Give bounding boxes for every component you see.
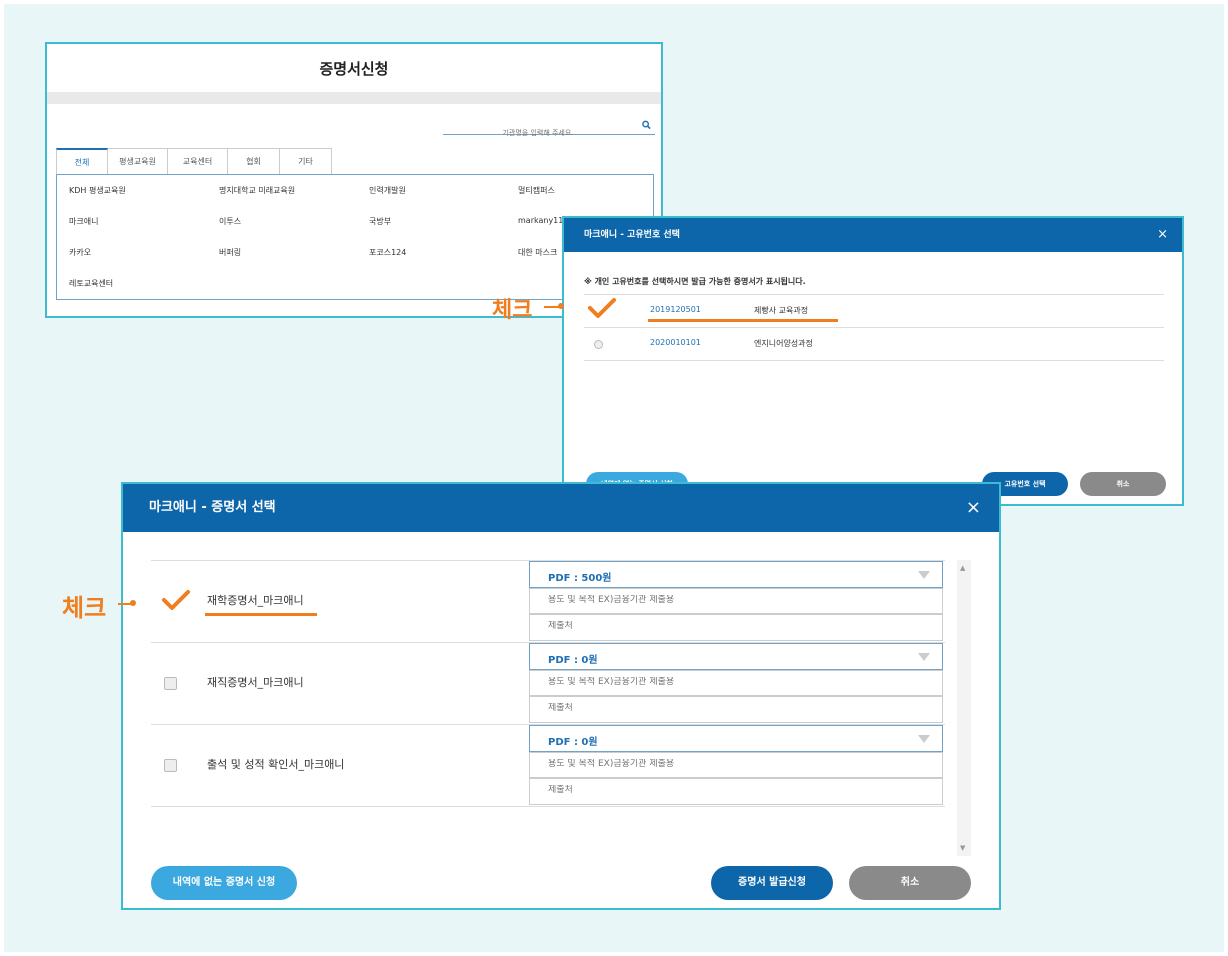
issue-certificate-button[interactable]: 증명서 발급신청 xyxy=(711,866,833,900)
list-item[interactable]: 2019120501 제빵사 교육과정 xyxy=(584,294,1164,327)
purpose-field[interactable] xyxy=(529,588,943,614)
format-select[interactable]: PDF : 500원 xyxy=(529,561,943,588)
destination-input[interactable] xyxy=(548,621,928,631)
destination-field[interactable] xyxy=(529,614,943,641)
certificate-name: 재학증명서_마크애니 xyxy=(207,594,304,607)
tab-education-center[interactable]: 교육센터 xyxy=(168,148,228,174)
purpose-field[interactable] xyxy=(529,752,943,778)
institution-item[interactable]: 멀티캠퍼스 xyxy=(518,185,555,196)
purpose-input[interactable] xyxy=(548,595,928,605)
format-select-value: PDF : 0원 xyxy=(548,737,598,748)
search-icon[interactable] xyxy=(642,120,651,130)
close-icon[interactable]: × xyxy=(1157,218,1168,252)
dialog-header: 마크애니 - 증명서 선택 × xyxy=(123,484,999,532)
callout-dot xyxy=(130,600,136,606)
format-select[interactable]: PDF : 0원 xyxy=(529,643,943,670)
close-icon[interactable]: × xyxy=(966,484,981,532)
scroll-up-icon[interactable]: ▲ xyxy=(960,564,965,572)
certificate-checkbox[interactable] xyxy=(164,759,177,772)
unique-number[interactable]: 2020010101 xyxy=(650,338,701,347)
highlight-underline xyxy=(648,319,838,322)
certificate-name: 재직증명서_마크애니 xyxy=(207,676,304,689)
highlight-underline xyxy=(205,613,317,616)
unique-number[interactable]: 2019120501 xyxy=(650,305,701,314)
purpose-input[interactable] xyxy=(548,677,928,687)
institution-item[interactable]: 대한 마스크 xyxy=(518,247,557,258)
institution-item[interactable]: 버퍼링 xyxy=(219,247,241,258)
course-name: 제빵사 교육과정 xyxy=(754,306,809,315)
chevron-down-icon[interactable] xyxy=(918,735,930,743)
certificate-select-dialog: 마크애니 - 증명서 선택 × 재학증명서_마크애니 PDF : 500원 용도… xyxy=(121,482,1001,910)
dialog-title: 마크애니 - 고유번호 선택 xyxy=(584,230,680,240)
category-tabs: 전체 평생교육원 교육센터 협회 기타 xyxy=(56,148,332,174)
checkmark-icon xyxy=(588,298,616,318)
tab-other[interactable]: 기타 xyxy=(280,148,332,174)
institution-item[interactable]: 마크애니 xyxy=(69,216,98,227)
institution-item[interactable]: 국방부 xyxy=(369,216,391,227)
format-select-value: PDF : 500원 xyxy=(548,573,612,584)
certificate-checkbox[interactable] xyxy=(164,677,177,690)
callout-dot xyxy=(558,303,564,309)
chevron-down-icon[interactable] xyxy=(918,653,930,661)
tab-all[interactable]: 전체 xyxy=(56,148,108,174)
tab-association[interactable]: 협회 xyxy=(228,148,280,174)
divider-bar xyxy=(47,92,661,104)
dialog-title: 마크애니 - 증명서 선택 xyxy=(149,500,276,515)
check-callout-label: 체크 xyxy=(492,298,533,323)
institution-item[interactable]: 카카오 xyxy=(69,247,91,258)
institution-search-input[interactable] xyxy=(443,129,633,137)
tab-lifelong-education[interactable]: 평생교육원 xyxy=(108,148,168,174)
destination-input[interactable] xyxy=(548,785,928,795)
scrollbar[interactable]: ▲ ▼ xyxy=(957,560,971,856)
purpose-field[interactable] xyxy=(529,670,943,696)
format-select-value: PDF : 0원 xyxy=(548,655,598,666)
search-box xyxy=(443,120,655,137)
chevron-down-icon[interactable] xyxy=(918,571,930,579)
cancel-button[interactable]: 취소 xyxy=(1080,472,1166,496)
institution-item[interactable]: 명지대학교 미래교육원 xyxy=(219,185,295,196)
certificate-row: 재직증명서_마크애니 PDF : 0원 xyxy=(151,643,945,725)
format-select[interactable]: PDF : 0원 xyxy=(529,725,943,752)
certificate-list: 재학증명서_마크애니 PDF : 500원 재직증명서_마크애니 PDF xyxy=(151,560,945,807)
institution-item[interactable]: 레토교육센터 xyxy=(69,278,113,289)
list-item[interactable]: 2020010101 엔지니어양성과정 xyxy=(584,327,1164,361)
dialog-header: 마크애니 - 고유번호 선택 × xyxy=(564,218,1182,252)
institution-item[interactable]: KDH 평생교육원 xyxy=(69,185,126,196)
checkmark-icon[interactable] xyxy=(161,589,191,611)
background-canvas: 증명서신청 전체 평생교육원 교육센터 협회 기타 KDH 평생교육원 명지대학… xyxy=(4,4,1224,952)
institution-item[interactable]: 이투스 xyxy=(219,216,241,227)
certificate-name: 출석 및 성적 확인서_마크애니 xyxy=(207,758,345,771)
check-callout-label: 체크 xyxy=(62,594,107,622)
destination-input[interactable] xyxy=(548,703,928,713)
radio-button[interactable] xyxy=(594,340,603,349)
destination-field[interactable] xyxy=(529,696,943,723)
request-unlisted-button[interactable]: 내역에 없는 증명서 신청 xyxy=(151,866,297,900)
unique-number-dialog: 마크애니 - 고유번호 선택 × ※ 개인 고유번호를 선택하시면 발급 가능한… xyxy=(562,216,1184,506)
notice-text: ※ 개인 고유번호를 선택하시면 발급 가능한 증명서가 표시됩니다. xyxy=(584,277,806,286)
cancel-button[interactable]: 취소 xyxy=(849,866,971,900)
institution-item[interactable]: markany111 xyxy=(518,216,568,225)
scroll-down-icon[interactable]: ▼ xyxy=(960,844,965,852)
page-title: 증명서신청 xyxy=(319,60,389,78)
destination-field[interactable] xyxy=(529,778,943,805)
course-name: 엔지니어양성과정 xyxy=(754,339,813,348)
purpose-input[interactable] xyxy=(548,759,928,769)
institution-item[interactable]: 인력개발원 xyxy=(369,185,406,196)
institution-item[interactable]: 포코스124 xyxy=(369,247,406,258)
certificate-row: 출석 및 성적 확인서_마크애니 PDF : 0원 xyxy=(151,725,945,807)
certificate-row: 재학증명서_마크애니 PDF : 500원 xyxy=(151,561,945,643)
